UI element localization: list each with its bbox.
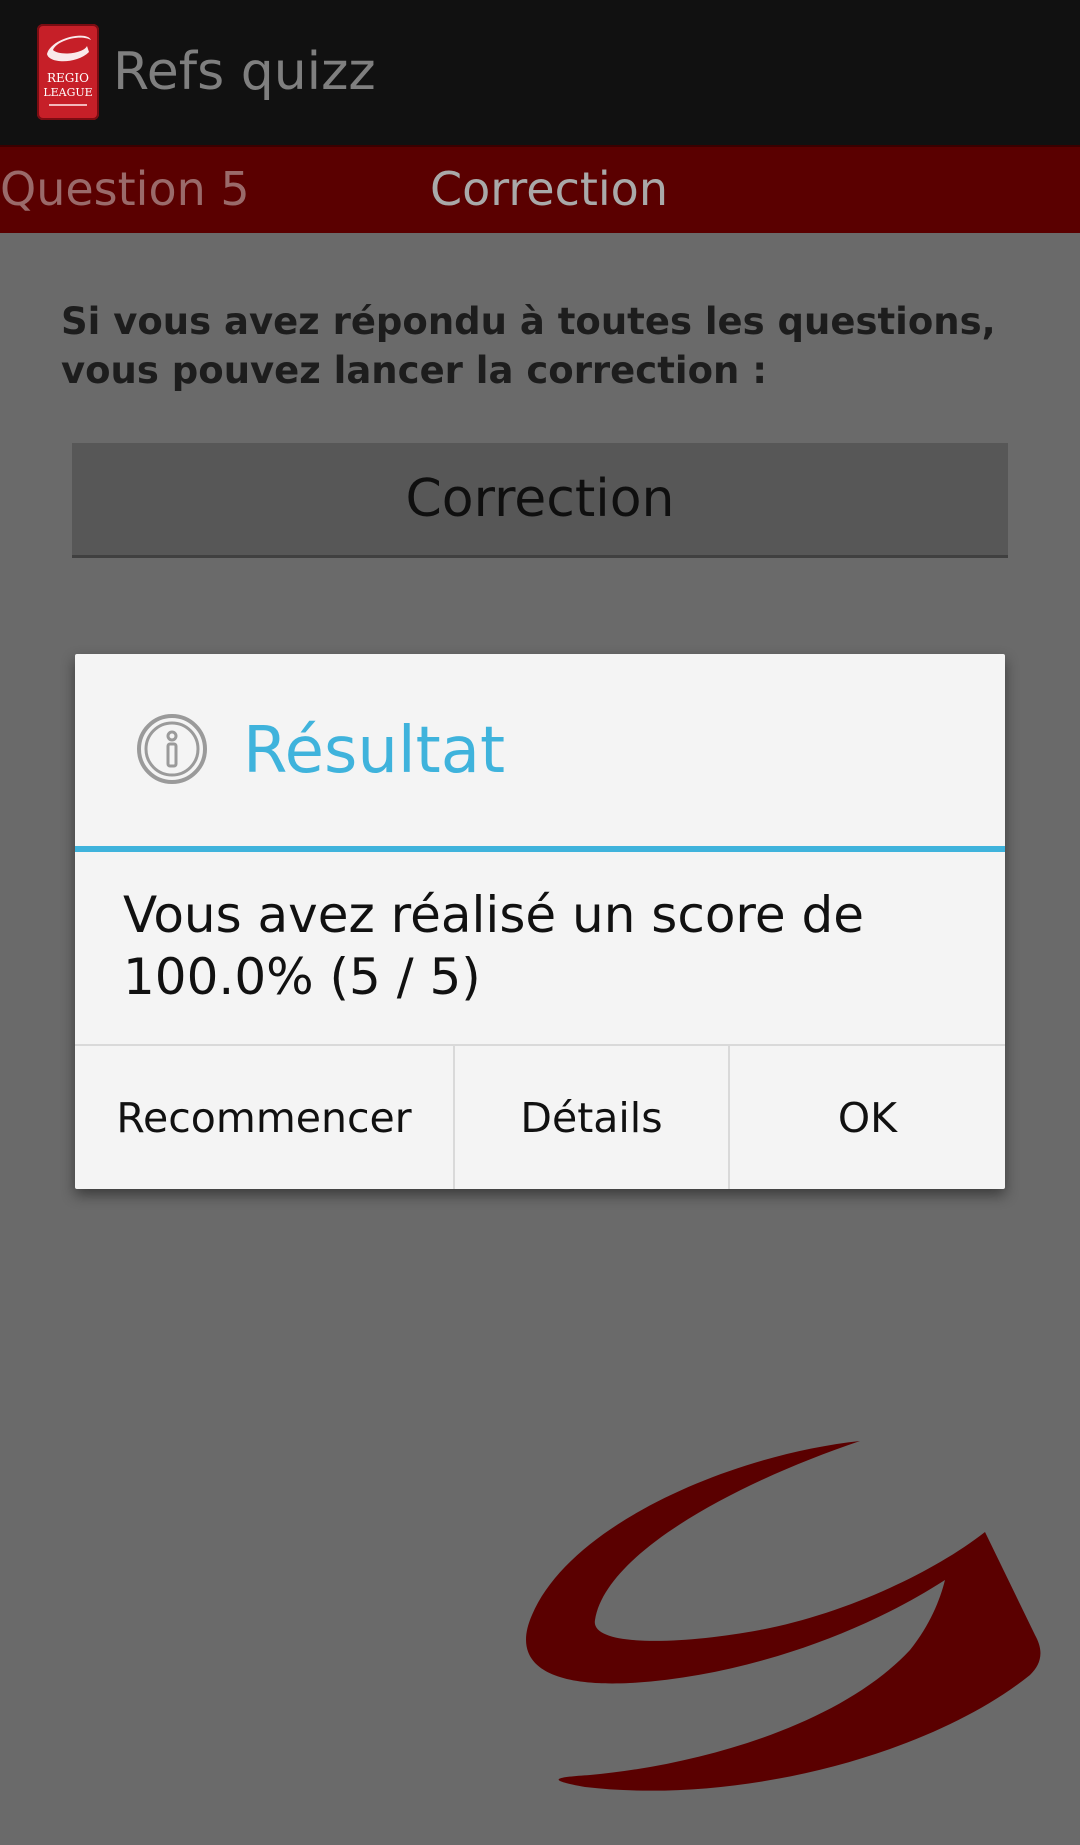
- info-icon: [137, 714, 207, 784]
- dialog-button-bar: Recommencer Détails OK: [75, 1044, 1005, 1189]
- action-bar: REGIO LEAGUE Refs quizz: [0, 0, 1080, 145]
- result-dialog: Résultat Vous avez réalisé un score de 1…: [75, 654, 1005, 1189]
- svg-text:LEAGUE: LEAGUE: [43, 86, 92, 99]
- tab-question-5[interactable]: Question 5: [0, 161, 250, 217]
- correction-button[interactable]: Correction: [72, 443, 1008, 558]
- app-title: Refs quizz: [113, 42, 376, 102]
- ok-button[interactable]: OK: [730, 1046, 1005, 1189]
- restart-button[interactable]: Recommencer: [75, 1046, 455, 1189]
- tab-correction[interactable]: Correction: [430, 161, 668, 217]
- dialog-divider: [75, 846, 1005, 852]
- score-message: Vous avez réalisé un score de 100.0% (5 …: [123, 886, 865, 1006]
- tab-strip: Question 5 Correction: [0, 145, 1080, 233]
- svg-text:REGIO: REGIO: [47, 71, 89, 85]
- dialog-title: Résultat: [243, 714, 506, 788]
- details-button[interactable]: Détails: [455, 1046, 730, 1189]
- dialog-header: Résultat: [75, 654, 1005, 846]
- regio-league-watermark-logo: [526, 1441, 1041, 1791]
- app-logo-icon[interactable]: REGIO LEAGUE: [37, 24, 99, 120]
- instruction-text: Si vous avez répondu à toutes les questi…: [61, 300, 996, 392]
